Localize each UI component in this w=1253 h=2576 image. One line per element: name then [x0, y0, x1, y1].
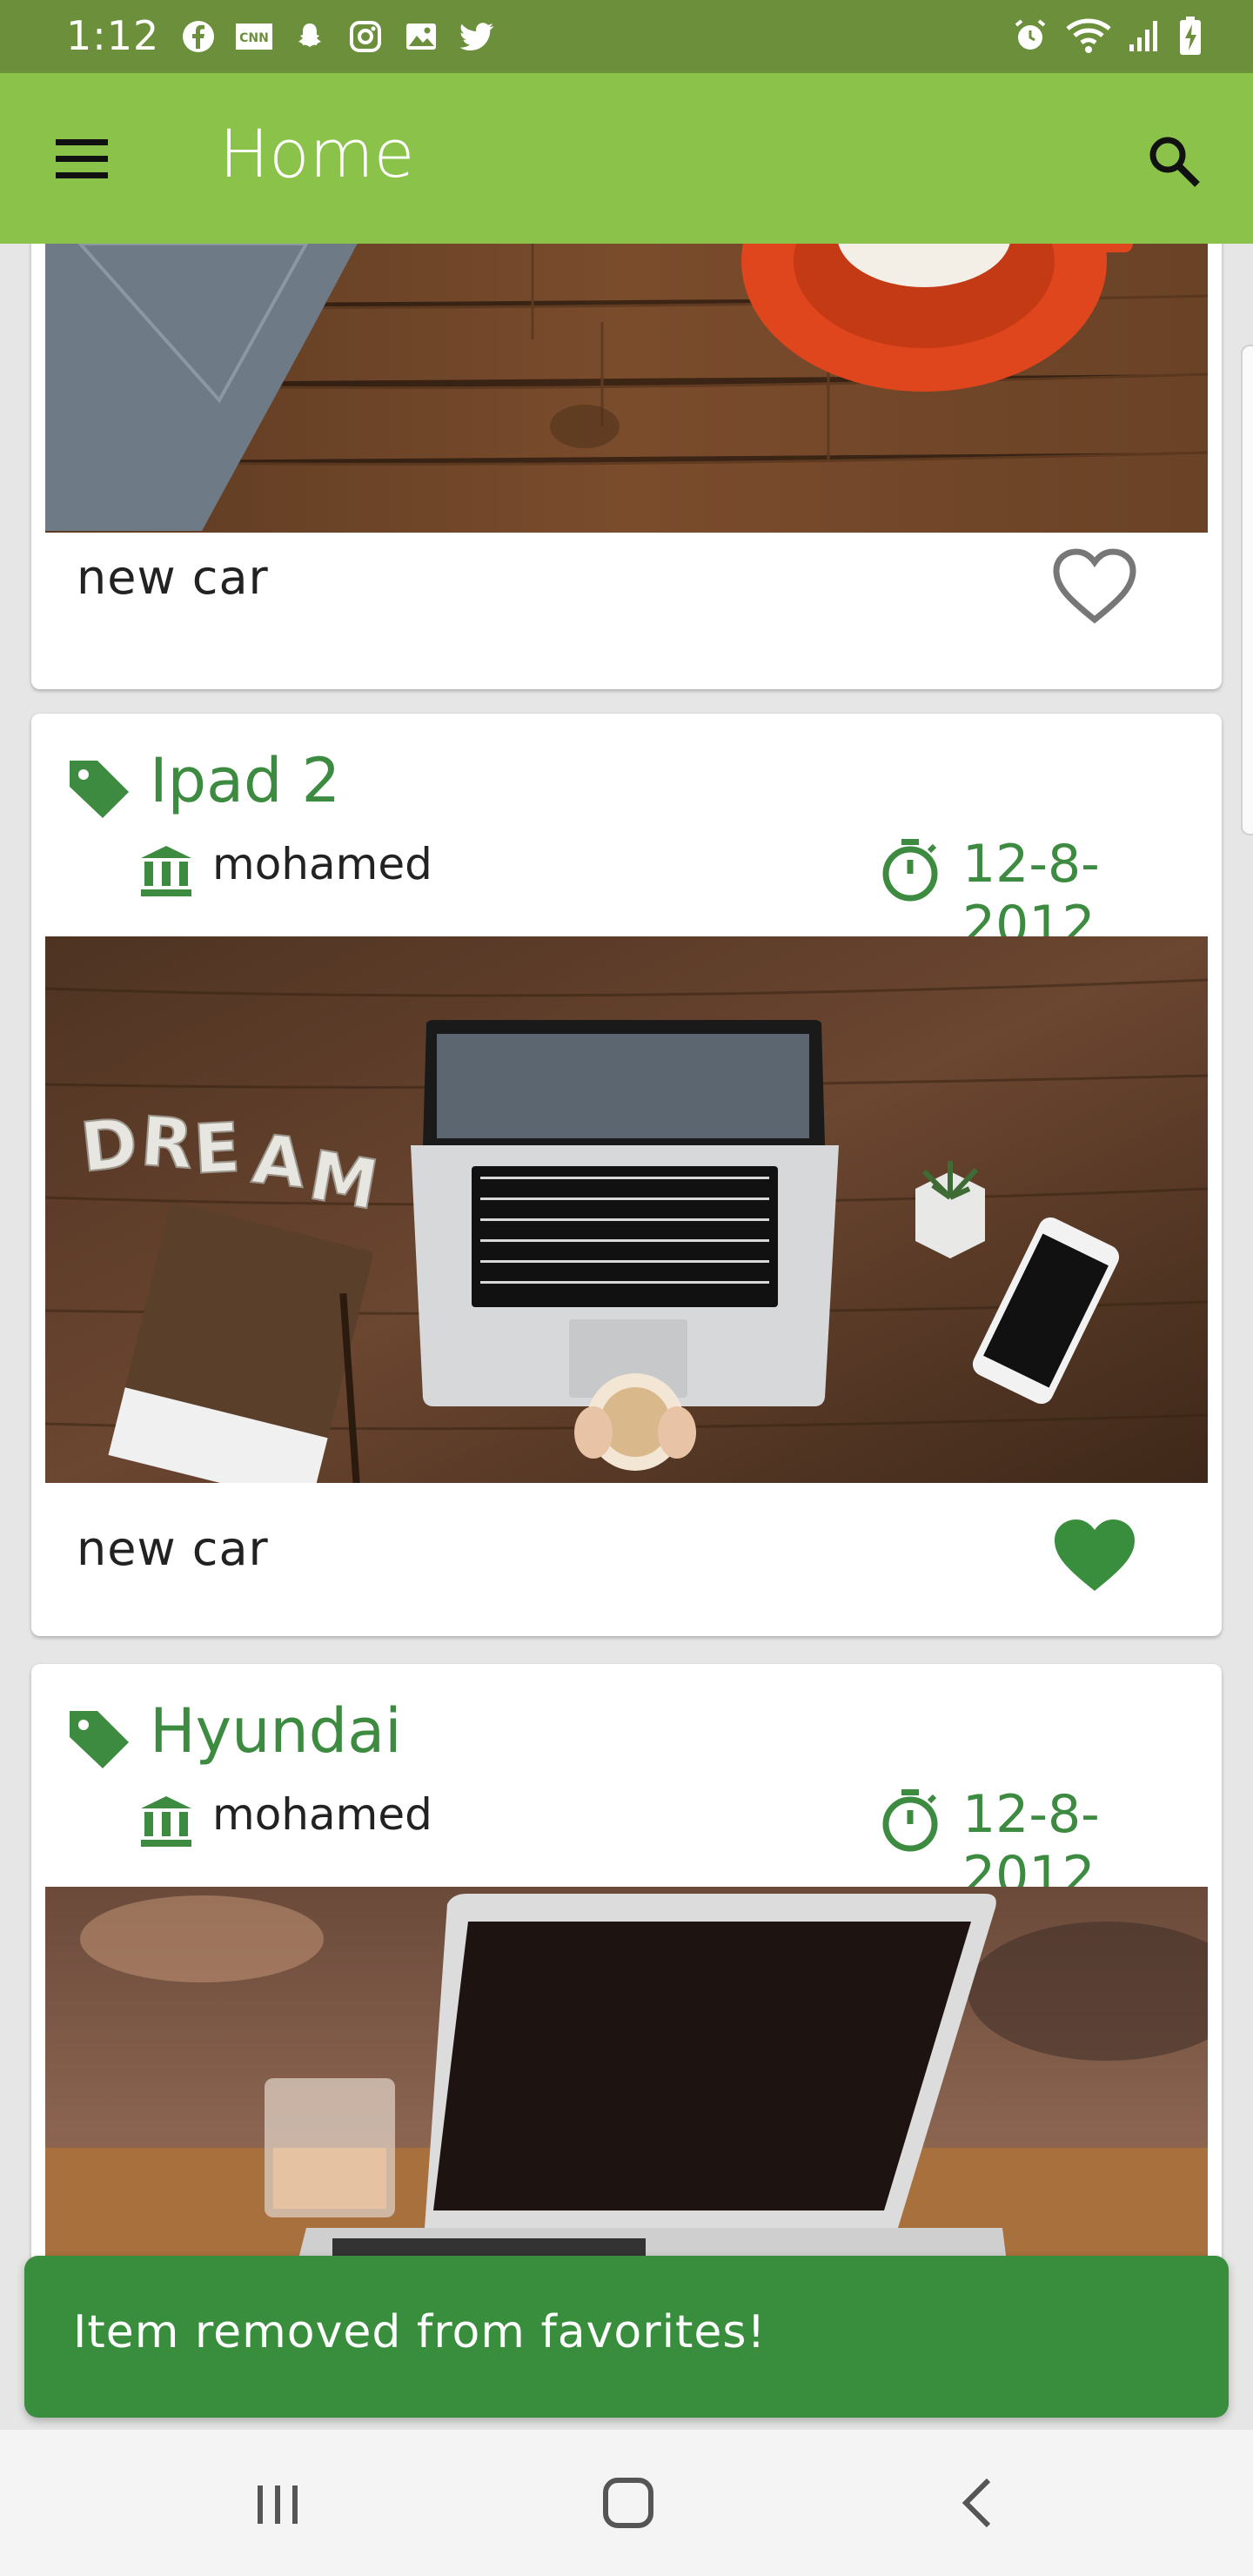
- bank-icon: [139, 1794, 193, 1848]
- snapchat-icon: [291, 17, 329, 56]
- menu-icon: [56, 139, 108, 178]
- heart-filled-icon: [1055, 1519, 1135, 1591]
- item-title: Hyundai: [150, 1695, 402, 1767]
- instagram-icon: [346, 17, 385, 56]
- snackbar-message: Item removed from favorites!: [73, 2306, 767, 2358]
- timer-icon: [879, 1788, 941, 1854]
- back-icon: [962, 2478, 991, 2528]
- home-button[interactable]: [588, 2468, 667, 2538]
- page-title: Home: [219, 115, 415, 192]
- search-icon: [1149, 137, 1200, 187]
- gallery-icon: [402, 17, 440, 56]
- snackbar: Item removed from favorites!: [24, 2256, 1229, 2418]
- wifi-icon: [1066, 18, 1111, 53]
- menu-button[interactable]: [47, 127, 117, 190]
- items-list[interactable]: new car Ipad 2 mohamed 12-8-2012 D R E A…: [0, 244, 1253, 2263]
- cnn-icon: CNN: [235, 17, 273, 56]
- svg-text:M: M: [304, 1137, 384, 1225]
- system-icons: [1011, 16, 1203, 56]
- item-caption: new car: [77, 1521, 269, 1576]
- item-card[interactable]: Hyundai mohamed 12-8-2012: [31, 1664, 1222, 2263]
- facebook-icon: [179, 17, 218, 56]
- svg-text:CNN: CNN: [239, 31, 269, 45]
- item-title: Ipad 2: [150, 745, 341, 816]
- tag-icon: [64, 754, 134, 823]
- item-caption: new car: [77, 550, 269, 605]
- item-photo: D R E A M: [45, 936, 1208, 1483]
- search-button[interactable]: [1140, 127, 1209, 197]
- item-author: mohamed: [212, 1789, 432, 1840]
- app-bar: Home: [0, 73, 1253, 244]
- svg-text:R: R: [138, 1103, 196, 1184]
- back-button[interactable]: [940, 2468, 1018, 2538]
- timer-icon: [879, 837, 941, 903]
- alarm-icon: [1015, 19, 1046, 50]
- item-photo: [45, 244, 1208, 533]
- status-time: 1:12: [66, 12, 160, 59]
- svg-text:A: A: [249, 1120, 309, 1204]
- system-nav-bar: [0, 2430, 1253, 2576]
- twitter-icon: [458, 17, 496, 56]
- item-card[interactable]: Ipad 2 mohamed 12-8-2012 D R E A M new c…: [31, 714, 1222, 1636]
- recent-apps-icon: [258, 2485, 298, 2524]
- svg-text:E: E: [191, 1109, 242, 1190]
- battery-charging-icon: [1180, 17, 1201, 55]
- tag-icon: [64, 1704, 134, 1774]
- recent-apps-button[interactable]: [238, 2468, 317, 2538]
- status-bar: 1:12 CNN: [0, 0, 1253, 73]
- svg-text:D: D: [77, 1104, 142, 1188]
- item-photo: [45, 1887, 1208, 2263]
- favorite-button[interactable]: [1051, 547, 1138, 627]
- scrollbar-thumb[interactable]: [1241, 345, 1253, 835]
- item-author: mohamed: [212, 839, 432, 889]
- heart-outline-icon: [1053, 548, 1136, 624]
- home-icon: [603, 2478, 653, 2528]
- signal-icon: [1129, 21, 1157, 51]
- notification-icons: CNN: [179, 17, 496, 56]
- item-card[interactable]: new car: [31, 244, 1222, 689]
- favorite-button[interactable]: [1051, 1516, 1138, 1596]
- bank-icon: [139, 844, 193, 898]
